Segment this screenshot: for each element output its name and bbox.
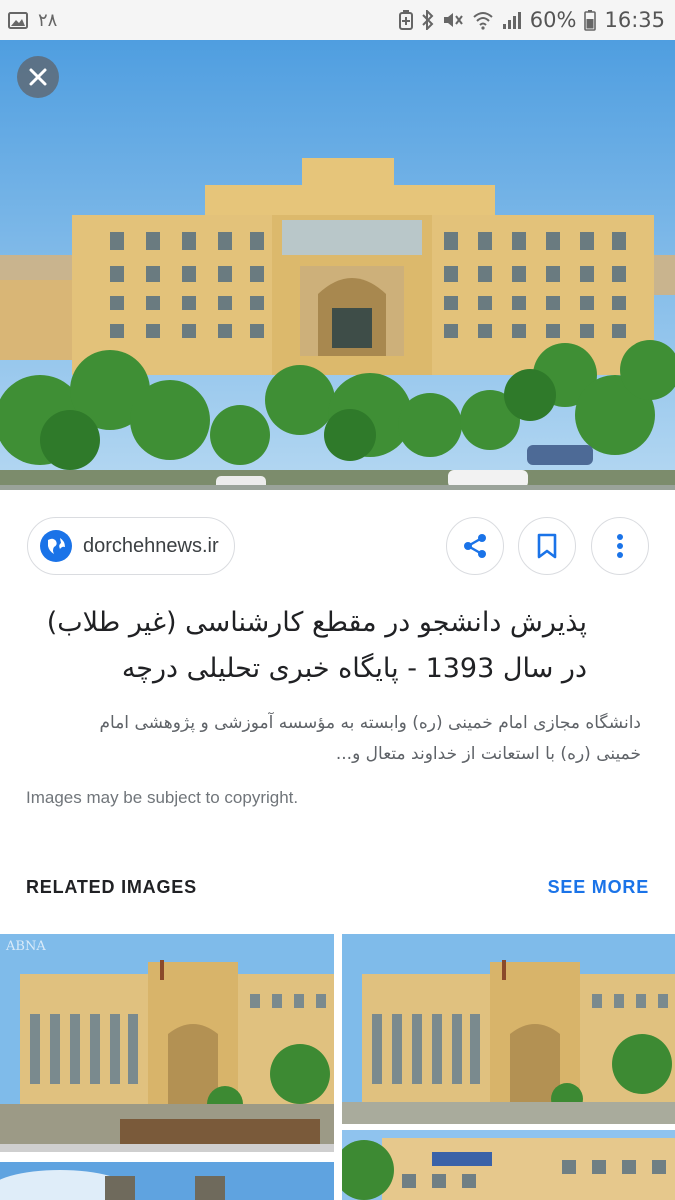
signal-icon xyxy=(502,10,522,30)
wifi-icon xyxy=(472,10,494,30)
close-button[interactable] xyxy=(17,56,59,98)
more-options-button[interactable] xyxy=(591,517,649,575)
related-images-heading: RELATED IMAGES xyxy=(26,877,197,897)
related-image-2[interactable] xyxy=(342,934,675,1124)
status-left: ۲۸ xyxy=(8,10,57,31)
result-snippet-line-1: دانشگاه مجازی امام خمینی (ره) وابسته به … xyxy=(99,713,642,733)
related-image-1[interactable]: ABNA xyxy=(0,934,334,1152)
related-image-2-photo xyxy=(342,934,675,1124)
result-snippet-line-2: خمینی (ره) با استعانت از خداوند متعال و.… xyxy=(335,744,641,764)
result-title-line-1: پذیرش دانشجو در مقطع کارشناسی (غیر طلاب) xyxy=(46,607,587,638)
battery-percent: 60% xyxy=(529,8,577,32)
source-site-chip[interactable]: dorchehnews.ir xyxy=(27,517,235,575)
mute-icon xyxy=(442,10,464,30)
main-image[interactable] xyxy=(0,40,675,490)
notification-count: ۲۸ xyxy=(38,9,58,31)
status-bar: ۲۸ 60% 16:35 xyxy=(0,0,675,40)
result-title-line-2: در سال 1393 - پایگاه خبری تحلیلی درچه xyxy=(121,653,587,684)
related-image-4[interactable] xyxy=(0,1162,334,1200)
more-vert-icon xyxy=(617,534,623,558)
related-image-3[interactable] xyxy=(342,1130,675,1200)
abna-watermark: ABNA xyxy=(5,939,46,954)
see-more-link[interactable]: SEE MORE xyxy=(548,877,649,898)
result-title[interactable]: پذیرش دانشجو در مقطع کارشناسی (غیر طلاب)… xyxy=(7,600,587,692)
status-right: 60% 16:35 xyxy=(398,8,665,32)
bluetooth-icon xyxy=(422,10,434,30)
related-image-1-photo: ABNA xyxy=(0,934,334,1152)
battery-saver-icon xyxy=(398,10,414,30)
bookmark-icon xyxy=(537,533,557,559)
building-photo xyxy=(0,40,675,490)
battery-icon xyxy=(584,9,597,31)
result-snippet: دانشگاه مجازی امام خمینی (ره) وابسته به … xyxy=(21,708,642,770)
share-icon xyxy=(464,534,486,558)
related-image-3-photo xyxy=(342,1130,675,1200)
gallery-notification-icon xyxy=(8,11,28,29)
share-button[interactable] xyxy=(446,517,504,575)
save-button[interactable] xyxy=(518,517,576,575)
related-image-4-photo xyxy=(0,1162,334,1200)
source-domain: dorchehnews.ir xyxy=(83,534,219,557)
clock: 16:35 xyxy=(604,8,665,32)
copyright-notice: Images may be subject to copyright. xyxy=(26,788,299,807)
globe-icon xyxy=(39,529,73,563)
close-icon xyxy=(29,68,47,86)
